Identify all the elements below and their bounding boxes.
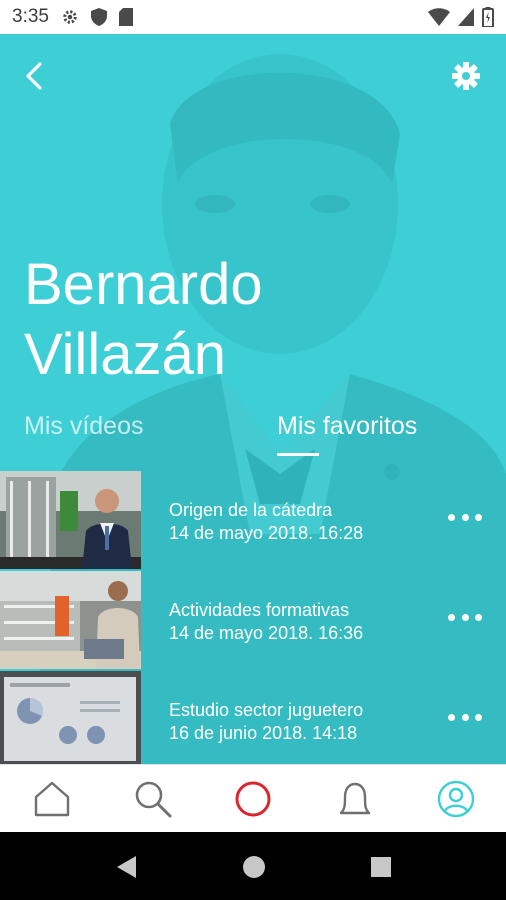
profile-icon [437,780,475,818]
battery-icon [482,7,494,27]
bottom-navigation [0,764,506,832]
more-dot-icon [448,513,455,521]
system-navigation-bar [0,832,506,900]
video-title: Actividades formativas [169,600,350,620]
more-dot-icon [461,713,469,721]
system-recents-button[interactable] [368,854,394,880]
system-home-button[interactable] [241,854,267,880]
home-icon [34,781,70,817]
more-options-button[interactable] [448,509,482,525]
video-thumbnail[interactable] [0,571,141,669]
video-thumbnail[interactable] [0,671,141,764]
circle-home-icon [243,856,265,878]
wifi-icon [428,8,450,26]
active-tab-indicator [277,453,319,456]
more-dot-icon [475,613,482,621]
system-back-button[interactable] [114,854,140,880]
more-dot-icon [461,513,469,521]
sd-card-icon [118,8,133,26]
nav-record-button[interactable] [233,779,273,819]
back-button[interactable] [20,60,52,92]
tab-mis-favoritos[interactable]: Mis favoritos [277,412,417,441]
bell-icon [339,782,371,815]
triangle-back-icon [117,856,136,878]
settings-button[interactable] [450,60,482,92]
signal-icon [458,8,474,26]
nav-home-button[interactable] [32,779,72,819]
video-title: Origen de la cátedra [169,500,333,520]
list-item[interactable]: Actividades formativas 14 de mayo 2018. … [0,571,506,669]
shield-icon [90,8,107,26]
video-title: Estudio sector juguetero [169,700,364,720]
gear-icon [452,62,480,90]
profile-name: Bernardo Villazán [24,250,444,390]
more-dot-icon [448,613,455,621]
nav-profile-button[interactable] [436,779,476,819]
more-options-button[interactable] [448,709,482,725]
square-recents-icon [371,857,391,877]
video-date: 14 de mayo 2018. 16:28 [169,523,364,543]
profile-name-first: Bernardo [24,252,263,317]
record-icon [235,781,271,817]
chevron-left-icon [26,62,42,90]
video-date: 14 de mayo 2018. 16:36 [169,623,364,643]
status-bar: 3:35 [0,0,506,34]
more-dot-icon [475,713,482,721]
more-dot-icon [448,713,455,721]
list-item[interactable]: Origen de la cátedra 14 de mayo 2018. 16… [0,471,506,569]
profile-tabs: Mis vídeos Mis favoritos [0,412,506,462]
profile-hero: Bernardo Villazán Mis vídeos Mis favorit… [0,34,506,764]
video-thumbnail[interactable] [0,471,141,569]
nav-notifications-button[interactable] [335,779,375,819]
nav-search-button[interactable] [133,779,173,819]
more-dot-icon [461,613,469,621]
search-icon [135,781,172,818]
status-time: 3:35 [12,6,49,27]
settings-icon [61,8,79,26]
video-date: 16 de junio 2018. 14:18 [169,723,358,743]
tab-mis-videos[interactable]: Mis vídeos [24,412,143,441]
video-list: Origen de la cátedra 14 de mayo 2018. 16… [0,471,506,764]
profile-name-last: Villazán [24,322,227,387]
more-options-button[interactable] [448,609,482,625]
list-item[interactable]: Estudio sector juguetero 16 de junio 201… [0,671,506,764]
more-dot-icon [475,513,482,521]
